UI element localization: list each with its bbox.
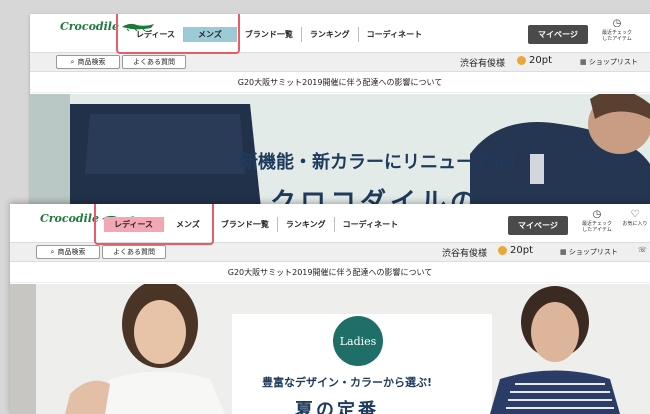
- favorites-label: お気に入り: [622, 221, 648, 227]
- user-name: 渋谷有俊様: [460, 59, 506, 69]
- favorites-button[interactable]: ♡ お気に入り: [620, 209, 650, 227]
- recent-items-label: 最近チェック したアイテム: [581, 221, 612, 233]
- ladies-page-screenshot: Crocodile レディース メンズ ブランド一覧 ランキング コーディネート…: [10, 204, 650, 414]
- nav-brand-list[interactable]: ブランド一覧: [213, 217, 278, 232]
- shoplist-link[interactable]: ▦ ショップリスト: [560, 247, 618, 257]
- search-label: 商品検索: [77, 58, 106, 66]
- nav-coordinate[interactable]: コーディネート: [335, 217, 406, 232]
- recent-items-label: 最近チェック したアイテム: [602, 30, 633, 42]
- ladies-hero-banner[interactable]: Ladies 豊富なデザイン・カラーから選ぶ! 夏の定番: [10, 284, 650, 414]
- points-value: 20pt: [529, 55, 552, 66]
- shop-icon: ▦: [580, 58, 587, 66]
- ladies-highlight-box: [94, 204, 214, 245]
- nav-ranking[interactable]: ランキング: [302, 27, 359, 42]
- ladies-badge-text: Ladies: [339, 334, 377, 348]
- search-button[interactable]: ⌕ 商品検索: [56, 55, 120, 69]
- sub-toolbar: ⌕ 商品検索 よくある質問 渋谷有俊様 20pt ▦ ショップリスト ☏: [10, 242, 650, 262]
- points-value: 20pt: [510, 245, 533, 256]
- search-label: 商品検索: [57, 248, 86, 256]
- logo-text: Crocodile: [60, 20, 119, 33]
- ladies-hero-image: [10, 284, 650, 414]
- recent-items-button[interactable]: ◷ 最近チェック したアイテム: [580, 209, 614, 233]
- nav-brand-list[interactable]: ブランド一覧: [237, 27, 302, 42]
- search-icon: ⌕: [50, 247, 55, 256]
- faq-label: よくある質問: [133, 58, 175, 66]
- clock-icon: ◷: [612, 18, 622, 29]
- search-button[interactable]: ⌕ 商品検索: [36, 245, 100, 259]
- heart-icon: ♡: [630, 209, 640, 220]
- mypage-button[interactable]: マイページ: [528, 25, 588, 44]
- shoplist-label: ショップリスト: [568, 248, 618, 256]
- shoplist-label: ショップリスト: [588, 58, 638, 66]
- faq-button[interactable]: よくある質問: [122, 55, 186, 69]
- notice-link[interactable]: G20大阪サミット2019開催に伴う配達への影響について: [10, 264, 650, 283]
- clock-icon: ◷: [592, 209, 602, 220]
- shop-icon: ▦: [560, 248, 567, 256]
- coin-icon: [498, 246, 507, 255]
- points-display: 20pt: [517, 55, 552, 66]
- nav-ranking[interactable]: ランキング: [278, 217, 335, 232]
- search-icon: ⌕: [70, 57, 75, 66]
- nav-coordinate[interactable]: コーディネート: [359, 27, 430, 42]
- points-display: 20pt: [498, 245, 533, 256]
- mypage-button[interactable]: マイページ: [508, 216, 568, 235]
- recent-items-button[interactable]: ◷ 最近チェック したアイテム: [602, 18, 632, 42]
- faq-button[interactable]: よくある質問: [102, 245, 166, 259]
- mens-hero-title: 新機能・新カラーにリニューアル!: [240, 152, 518, 173]
- ladies-hero-title: 豊富なデザイン・カラーから選ぶ!: [262, 376, 433, 389]
- user-name: 渋谷有俊様: [442, 249, 488, 259]
- faq-label: よくある質問: [113, 248, 155, 256]
- sub-toolbar: ⌕ 商品検索 よくある質問 渋谷有俊様 20pt ▦ ショップリスト: [30, 52, 650, 72]
- notice-link[interactable]: G20大阪サミット2019開催に伴う配達への影響について: [30, 74, 650, 93]
- shoplist-link[interactable]: ▦ ショップリスト: [580, 57, 638, 67]
- coin-icon: [517, 56, 526, 65]
- phone-icon[interactable]: ☏: [638, 246, 647, 254]
- ladies-badge: Ladies: [333, 316, 383, 366]
- ladies-hero-subtitle: 夏の定番: [295, 400, 379, 414]
- logo-text: Crocodile: [40, 212, 99, 225]
- mens-highlight-box: [116, 14, 240, 54]
